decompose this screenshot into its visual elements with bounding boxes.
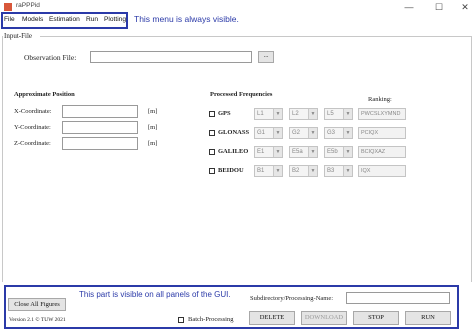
close-button[interactable]: ✕	[458, 1, 472, 13]
chevron-down-icon: ▼	[308, 166, 317, 176]
chevron-down-icon: ▼	[308, 109, 317, 119]
bottom-annotation: This part is visible on all panels of th…	[79, 290, 231, 299]
galileo-frequency-1-select[interactable]: E1 ▼	[254, 146, 283, 158]
galileo-frequency-2-select[interactable]: E5a ▼	[289, 146, 318, 158]
glonass-frequency-3-value: G3	[327, 130, 336, 136]
chevron-down-icon: ▼	[343, 147, 352, 157]
chevron-down-icon: ▼	[273, 147, 282, 157]
browse-button[interactable]: ...	[258, 51, 274, 63]
galileo-checkbox[interactable]	[209, 149, 215, 155]
x-coordinate-label: X-Coordinate:	[14, 108, 52, 115]
glonass-frequency-2-select[interactable]: G2 ▼	[289, 127, 318, 139]
stop-button[interactable]: STOP	[353, 311, 399, 325]
x-coordinate-input[interactable]	[62, 105, 138, 118]
gps-frequency-3-select[interactable]: L5 ▼	[324, 108, 353, 120]
beidou-frequency-2-select[interactable]: B2 ▼	[289, 165, 318, 177]
galileo-frequency-3-select[interactable]: E5b ▼	[324, 146, 353, 158]
gps-label: GPS	[218, 110, 231, 117]
observation-file-input[interactable]	[90, 51, 252, 63]
chevron-down-icon: ▼	[273, 109, 282, 119]
glonass-frequency-1-select[interactable]: G1 ▼	[254, 127, 283, 139]
app-icon	[4, 3, 12, 11]
menu-annotation: This menu is always visible.	[134, 14, 239, 24]
close-all-figures-button[interactable]: Close All Figures	[8, 298, 66, 311]
chevron-down-icon: ▼	[343, 128, 352, 138]
beidou-checkbox[interactable]	[209, 168, 215, 174]
panel-border-right	[471, 36, 472, 282]
beidou-ranking-input[interactable]: IQX	[358, 165, 406, 177]
gps-ranking-input[interactable]: PWCSLXYMND	[358, 108, 406, 120]
run-button[interactable]: RUN	[405, 311, 451, 325]
z-unit-label: [m]	[148, 140, 158, 147]
beidou-frequency-1-value: B1	[257, 168, 265, 174]
galileo-frequency-1-value: E1	[257, 149, 265, 155]
processed-frequencies-heading: Processed Frequencies	[210, 91, 273, 98]
approximate-position-heading: Approximate Position	[14, 91, 75, 98]
chevron-down-icon: ▼	[273, 128, 282, 138]
window-title: raPPPid	[16, 2, 40, 9]
glonass-frequency-1-value: G1	[257, 130, 266, 136]
z-coordinate-label: Z-Coordinate:	[14, 140, 51, 147]
galileo-label: GALILEO	[218, 148, 249, 155]
subdirectory-label: Subdirectory/Processing-Name:	[250, 295, 334, 302]
chevron-down-icon: ▼	[308, 128, 317, 138]
galileo-frequency-3-value: E5b	[327, 149, 338, 155]
panel-title: Input-File	[4, 32, 32, 40]
glonass-checkbox[interactable]	[209, 130, 215, 136]
beidou-frequency-2-value: B2	[292, 168, 300, 174]
maximize-button[interactable]: ☐	[432, 1, 446, 13]
beidou-frequency-1-select[interactable]: B1 ▼	[254, 165, 283, 177]
version-label: Version 2.1 © TUW 2021	[9, 317, 66, 323]
gps-frequency-2-select[interactable]: L2 ▼	[289, 108, 318, 120]
chevron-down-icon: ▼	[343, 109, 352, 119]
menu-annotation-box	[1, 12, 128, 29]
x-unit-label: [m]	[148, 108, 158, 115]
panel-border-left	[2, 36, 3, 282]
gps-frequency-1-value: L1	[257, 111, 264, 117]
galileo-ranking-input[interactable]: BCIQXAZ	[358, 146, 406, 158]
chevron-down-icon: ▼	[273, 166, 282, 176]
download-button[interactable]: DOWNLOAD	[301, 311, 347, 325]
beidou-frequency-3-value: B3	[327, 168, 335, 174]
y-coordinate-input[interactable]	[62, 121, 138, 134]
y-unit-label: [m]	[148, 124, 158, 131]
glonass-label: GLONASS	[218, 129, 250, 136]
glonass-frequency-3-select[interactable]: G3 ▼	[324, 127, 353, 139]
beidou-frequency-3-select[interactable]: B3 ▼	[324, 165, 353, 177]
gps-checkbox[interactable]	[209, 111, 215, 117]
gps-frequency-1-select[interactable]: L1 ▼	[254, 108, 283, 120]
glonass-ranking-input[interactable]: PCIQX	[358, 127, 406, 139]
chevron-down-icon: ▼	[308, 147, 317, 157]
batch-processing-checkbox[interactable]	[178, 317, 184, 323]
glonass-frequency-2-value: G2	[292, 130, 301, 136]
batch-processing-label: Batch-Processing	[188, 316, 234, 323]
minimize-button[interactable]: —	[402, 1, 416, 13]
gps-frequency-3-value: L5	[327, 111, 334, 117]
y-coordinate-label: Y-Coordinate:	[14, 124, 51, 131]
z-coordinate-input[interactable]	[62, 137, 138, 150]
subdirectory-input[interactable]	[346, 292, 450, 304]
observation-file-label: Observation File:	[24, 53, 77, 62]
ranking-label: Ranking:	[368, 96, 392, 103]
panel-border-top	[40, 36, 472, 37]
galileo-frequency-2-value: E5a	[292, 149, 303, 155]
chevron-down-icon: ▼	[343, 166, 352, 176]
gps-frequency-2-value: L2	[292, 111, 299, 117]
delete-button[interactable]: DELETE	[249, 311, 295, 325]
beidou-label: BEIDOU	[218, 167, 244, 174]
